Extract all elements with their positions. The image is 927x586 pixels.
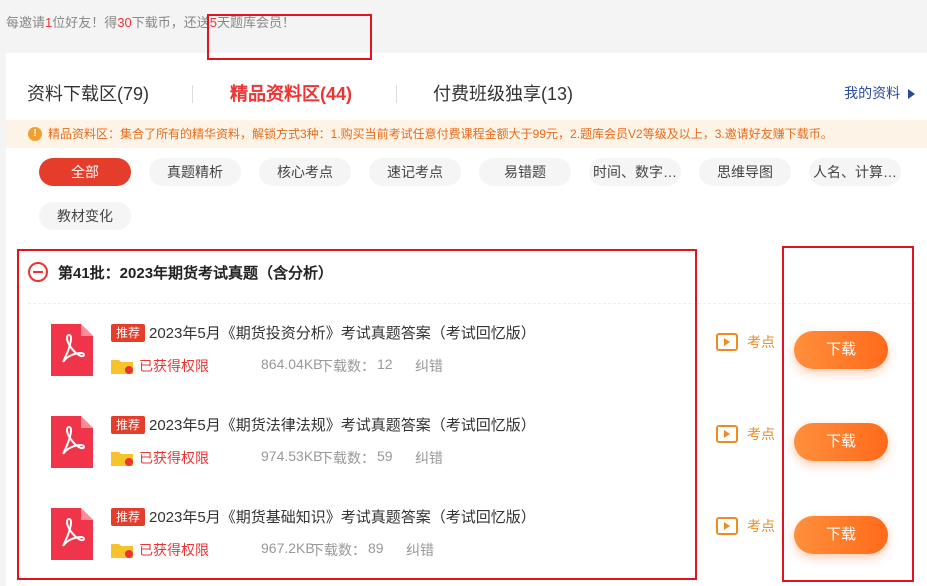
my-resources-link[interactable]: 我的资料 [844,83,915,103]
triangle-right-icon [908,89,915,100]
invite-text: 位好友！得 [52,15,118,30]
tab-premium-area[interactable]: 精品资料区(44) [230,80,352,106]
kaodian-label: 考点 [747,334,775,350]
info-icon: ! [28,127,42,141]
notice-bar: ! 精品资料区：集合了所有的精华资料，解锁方式3种：1.购买当前考试任意付费课程… [6,120,927,148]
play-icon [716,517,738,535]
play-icon [716,333,738,351]
kaodian-link[interactable]: 考点 [716,424,775,444]
filter-chip-all[interactable]: 全部 [39,158,131,186]
kaodian-label: 考点 [747,426,775,442]
filter-chip[interactable]: 思维导图 [699,158,791,186]
tab-bar: 资料下载区(79) 精品资料区(44) 付费班级独享(13) 我的资料 [6,53,927,119]
invite-text: 每邀请 [6,15,46,30]
highlight-box-tab [207,14,372,60]
invite-text: 下载币，还送 [131,15,210,30]
filter-chip[interactable]: 教材变化 [39,202,131,230]
my-resources-label: 我的资料 [844,85,901,101]
filter-chip[interactable]: 速记考点 [369,158,461,186]
play-icon [716,425,738,443]
tab-divider [192,85,193,103]
invite-coins-count: 30 [117,15,132,30]
filter-chip[interactable]: 核心考点 [259,158,351,186]
tab-divider [396,85,397,103]
tab-download-area[interactable]: 资料下载区(79) [27,80,149,106]
highlight-box-downloads [782,246,914,582]
filter-chip[interactable]: 真题精析 [149,158,241,186]
filter-chip[interactable]: 人名、计算… [809,158,901,186]
notice-text: 精品资料区：集合了所有的精华资料，解锁方式3种：1.购买当前考试任意付费课程金额… [48,127,833,141]
kaodian-link[interactable]: 考点 [716,332,775,352]
kaodian-link[interactable]: 考点 [716,516,775,536]
tab-paid-class[interactable]: 付费班级独享(13) [433,80,573,106]
kaodian-label: 考点 [747,518,775,534]
highlight-box-list [17,249,697,580]
filter-chip[interactable]: 易错题 [479,158,571,186]
filter-chip[interactable]: 时间、数字… [589,158,681,186]
